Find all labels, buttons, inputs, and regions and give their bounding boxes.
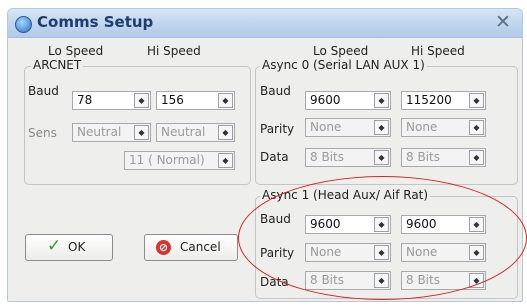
async1-parity-lo-select[interactable]: None ◆	[305, 243, 391, 262]
async0-baud-hi-value: 115200	[406, 93, 452, 107]
cancel-button-label: Cancel	[180, 240, 221, 254]
arcnet-sens-label: Sens	[28, 126, 57, 140]
async1-baud-lo-value: 9600	[310, 217, 341, 231]
arcnet-baud-lo-select[interactable]: 78 ◆	[72, 91, 151, 110]
async0-parity-hi-select[interactable]: None ◆	[401, 118, 486, 137]
arcnet-sens-hi-select[interactable]: Neutral ◆	[156, 123, 235, 142]
async0-parity-label: Parity	[260, 122, 295, 136]
title-bar: Comms Setup ✕	[8, 9, 522, 38]
async1-parity-label: Parity	[260, 246, 295, 260]
async1-data-hi-select[interactable]: 8 Bits ◆	[401, 271, 486, 290]
async1-data-hi-value: 8 Bits	[406, 273, 440, 287]
hi-speed-header-right: Hi Speed	[411, 44, 465, 58]
lo-speed-header-right: Lo Speed	[313, 44, 369, 58]
dropdown-arrow-icon[interactable]: ◆	[218, 125, 233, 140]
async0-baud-hi-select[interactable]: 115200 ◆	[401, 91, 486, 110]
cancel-button[interactable]: ⊘ Cancel	[144, 234, 238, 261]
dropdown-arrow-icon[interactable]: ◆	[469, 217, 484, 232]
arcnet-mode-select[interactable]: 11 ( Normal) ◆	[124, 151, 235, 170]
async1-parity-hi-select[interactable]: None ◆	[401, 243, 486, 262]
arcnet-legend: ARCNET	[31, 58, 84, 72]
async1-data-label: Data	[260, 275, 289, 289]
async1-baud-hi-select[interactable]: 9600 ◆	[401, 215, 486, 234]
async0-parity-lo-value: None	[310, 120, 342, 134]
async0-data-lo-value: 8 Bits	[310, 150, 344, 164]
arcnet-sens-lo-select[interactable]: Neutral ◆	[72, 123, 151, 142]
comms-setup-window: Comms Setup ✕ Lo Speed Hi Speed Lo Speed…	[7, 8, 523, 302]
async0-data-hi-value: 8 Bits	[406, 150, 440, 164]
dropdown-arrow-icon[interactable]: ◆	[469, 273, 484, 288]
async0-parity-hi-value: None	[406, 120, 438, 134]
async1-baud-lo-select[interactable]: 9600 ◆	[305, 215, 391, 234]
arcnet-baud-lo-value: 78	[77, 93, 93, 107]
dropdown-arrow-icon[interactable]: ◆	[469, 245, 484, 260]
ok-button[interactable]: ✓ OK	[25, 234, 113, 261]
async1-legend: Async 1 (Head Aux/ Aif Rat)	[260, 188, 431, 202]
arcnet-baud-hi-select[interactable]: 156 ◆	[156, 91, 235, 110]
dropdown-arrow-icon[interactable]: ◆	[218, 93, 233, 108]
async0-baud-lo-select[interactable]: 9600 ◆	[305, 91, 391, 110]
dropdown-arrow-icon[interactable]: ◆	[469, 120, 484, 135]
hi-speed-header-left: Hi Speed	[147, 44, 201, 58]
arcnet-baud-hi-value: 156	[161, 93, 184, 107]
check-icon: ✓	[47, 236, 62, 256]
async1-baud-hi-value: 9600	[406, 217, 437, 231]
async1-parity-lo-value: None	[310, 245, 342, 259]
async0-data-hi-select[interactable]: 8 Bits ◆	[401, 148, 486, 167]
dropdown-arrow-icon[interactable]: ◆	[374, 217, 389, 232]
async0-baud-lo-value: 9600	[310, 93, 341, 107]
dropdown-arrow-icon[interactable]: ◆	[374, 120, 389, 135]
comms-icon	[15, 16, 32, 33]
async1-data-lo-value: 8 Bits	[310, 273, 344, 287]
dropdown-arrow-icon[interactable]: ◆	[469, 150, 484, 165]
arcnet-baud-label: Baud	[28, 84, 59, 98]
async0-data-lo-select[interactable]: 8 Bits ◆	[305, 148, 391, 167]
async1-parity-hi-value: None	[406, 245, 438, 259]
dropdown-arrow-icon[interactable]: ◆	[374, 93, 389, 108]
dropdown-arrow-icon[interactable]: ◆	[218, 153, 233, 168]
dropdown-arrow-icon[interactable]: ◆	[134, 93, 149, 108]
dropdown-arrow-icon[interactable]: ◆	[374, 273, 389, 288]
async0-legend: Async 0 (Serial LAN AUX 1)	[260, 58, 427, 72]
close-icon[interactable]: ✕	[492, 11, 514, 33]
async1-baud-label: Baud	[260, 212, 291, 226]
ok-button-label: OK	[68, 240, 86, 254]
cancel-icon: ⊘	[156, 240, 171, 255]
dropdown-arrow-icon[interactable]: ◆	[374, 150, 389, 165]
async1-data-lo-select[interactable]: 8 Bits ◆	[305, 271, 391, 290]
arcnet-sens-lo-value: Neutral	[77, 125, 122, 139]
lo-speed-header-left: Lo Speed	[48, 44, 104, 58]
async0-data-label: Data	[260, 150, 289, 164]
async0-parity-lo-select[interactable]: None ◆	[305, 118, 391, 137]
arcnet-sens-hi-value: Neutral	[161, 125, 206, 139]
dropdown-arrow-icon[interactable]: ◆	[469, 93, 484, 108]
arcnet-mode-value: 11 ( Normal)	[129, 153, 205, 167]
window-title: Comms Setup	[37, 13, 154, 31]
dropdown-arrow-icon[interactable]: ◆	[374, 245, 389, 260]
async0-baud-label: Baud	[260, 84, 291, 98]
dropdown-arrow-icon[interactable]: ◆	[134, 125, 149, 140]
